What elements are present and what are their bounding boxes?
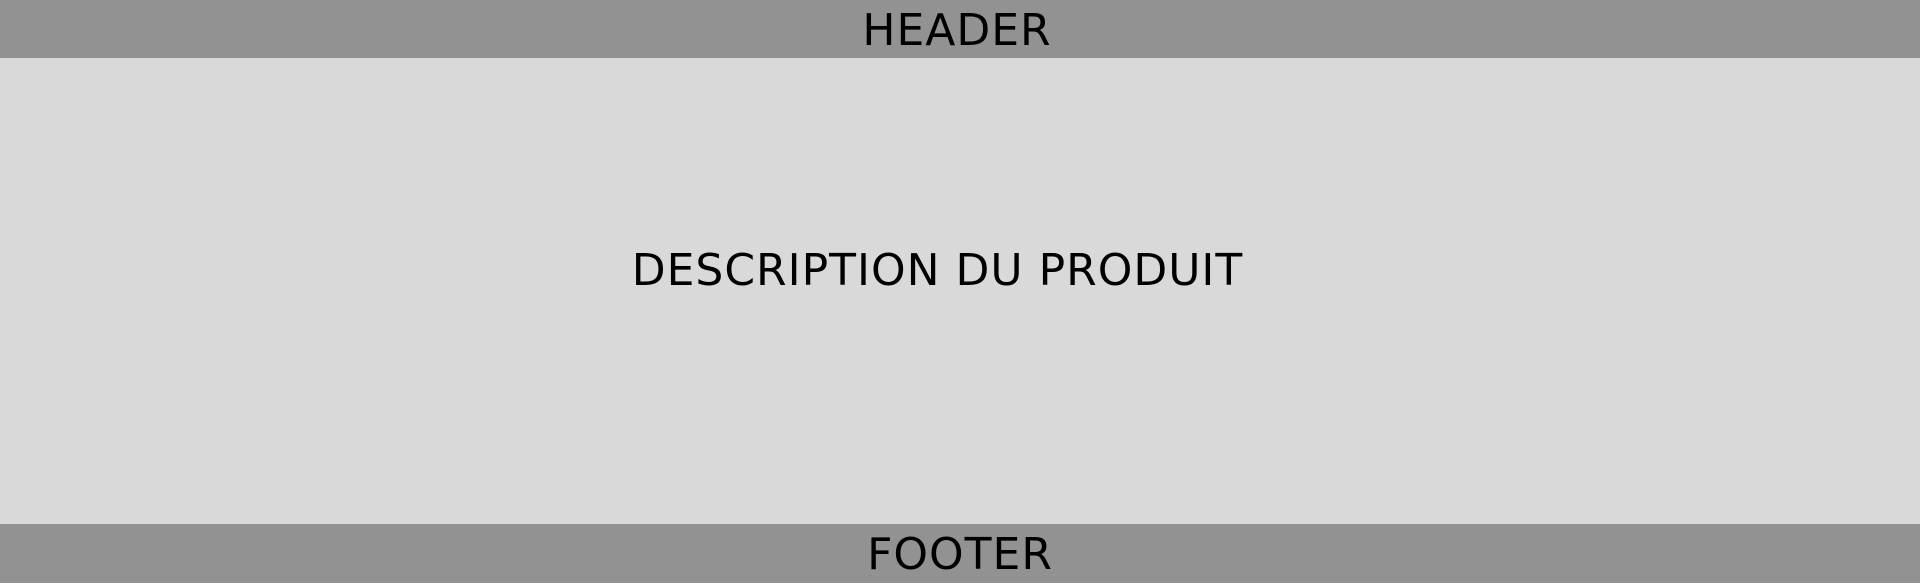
footer: FOOTER	[0, 524, 1920, 583]
footer-title: FOOTER	[867, 528, 1053, 580]
product-description-title: DESCRIPTION DU PRODUIT	[631, 245, 1244, 296]
page: HEADER DESCRIPTION DU PRODUIT FOOTER	[0, 0, 1920, 587]
header-title: HEADER	[862, 5, 1052, 56]
header: HEADER	[0, 0, 1920, 58]
product-description-section: DESCRIPTION DU PRODUIT	[0, 58, 1920, 524]
